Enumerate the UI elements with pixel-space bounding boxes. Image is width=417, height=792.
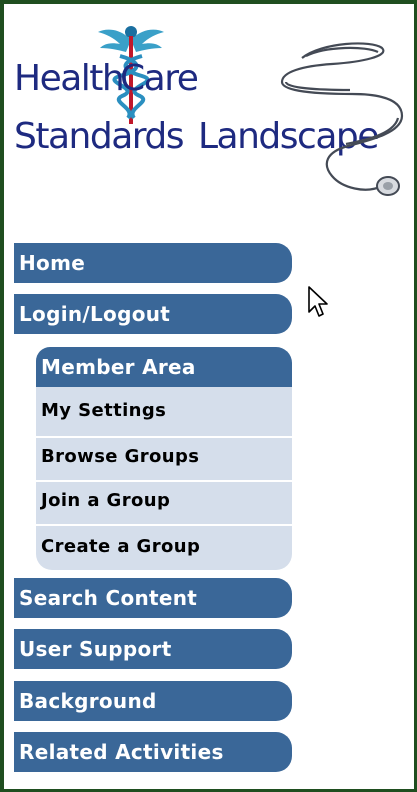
stethoscope-icon <box>280 42 404 196</box>
member-area-submenu: My Settings Browse Groups Join a Group C… <box>36 387 292 570</box>
logo-word-standards: Standards <box>14 116 185 157</box>
nav-my-settings[interactable]: My Settings <box>36 390 166 431</box>
nav-user-support[interactable]: User Support <box>14 629 292 669</box>
nav-home[interactable]: Home <box>14 243 292 283</box>
nav-login-logout[interactable]: Login/Logout <box>14 294 292 334</box>
logo-word-care: Care <box>120 58 199 99</box>
mouse-pointer-icon <box>308 286 328 317</box>
page-frame: Health Care Standards Landscape Home Log… <box>0 0 417 792</box>
nav-related-activities[interactable]: Related Activities <box>14 732 292 772</box>
nav-join-a-group[interactable]: Join a Group <box>36 480 170 521</box>
logo-word-health: Health <box>14 58 125 99</box>
nav-member-area[interactable]: Member Area <box>36 347 292 387</box>
nav-search-content[interactable]: Search Content <box>14 578 292 618</box>
nav-background[interactable]: Background <box>14 681 292 721</box>
nav-create-a-group[interactable]: Create a Group <box>36 526 200 567</box>
site-logo[interactable]: Health Care Standards Landscape <box>12 18 417 218</box>
nav-browse-groups[interactable]: Browse Groups <box>36 436 199 477</box>
